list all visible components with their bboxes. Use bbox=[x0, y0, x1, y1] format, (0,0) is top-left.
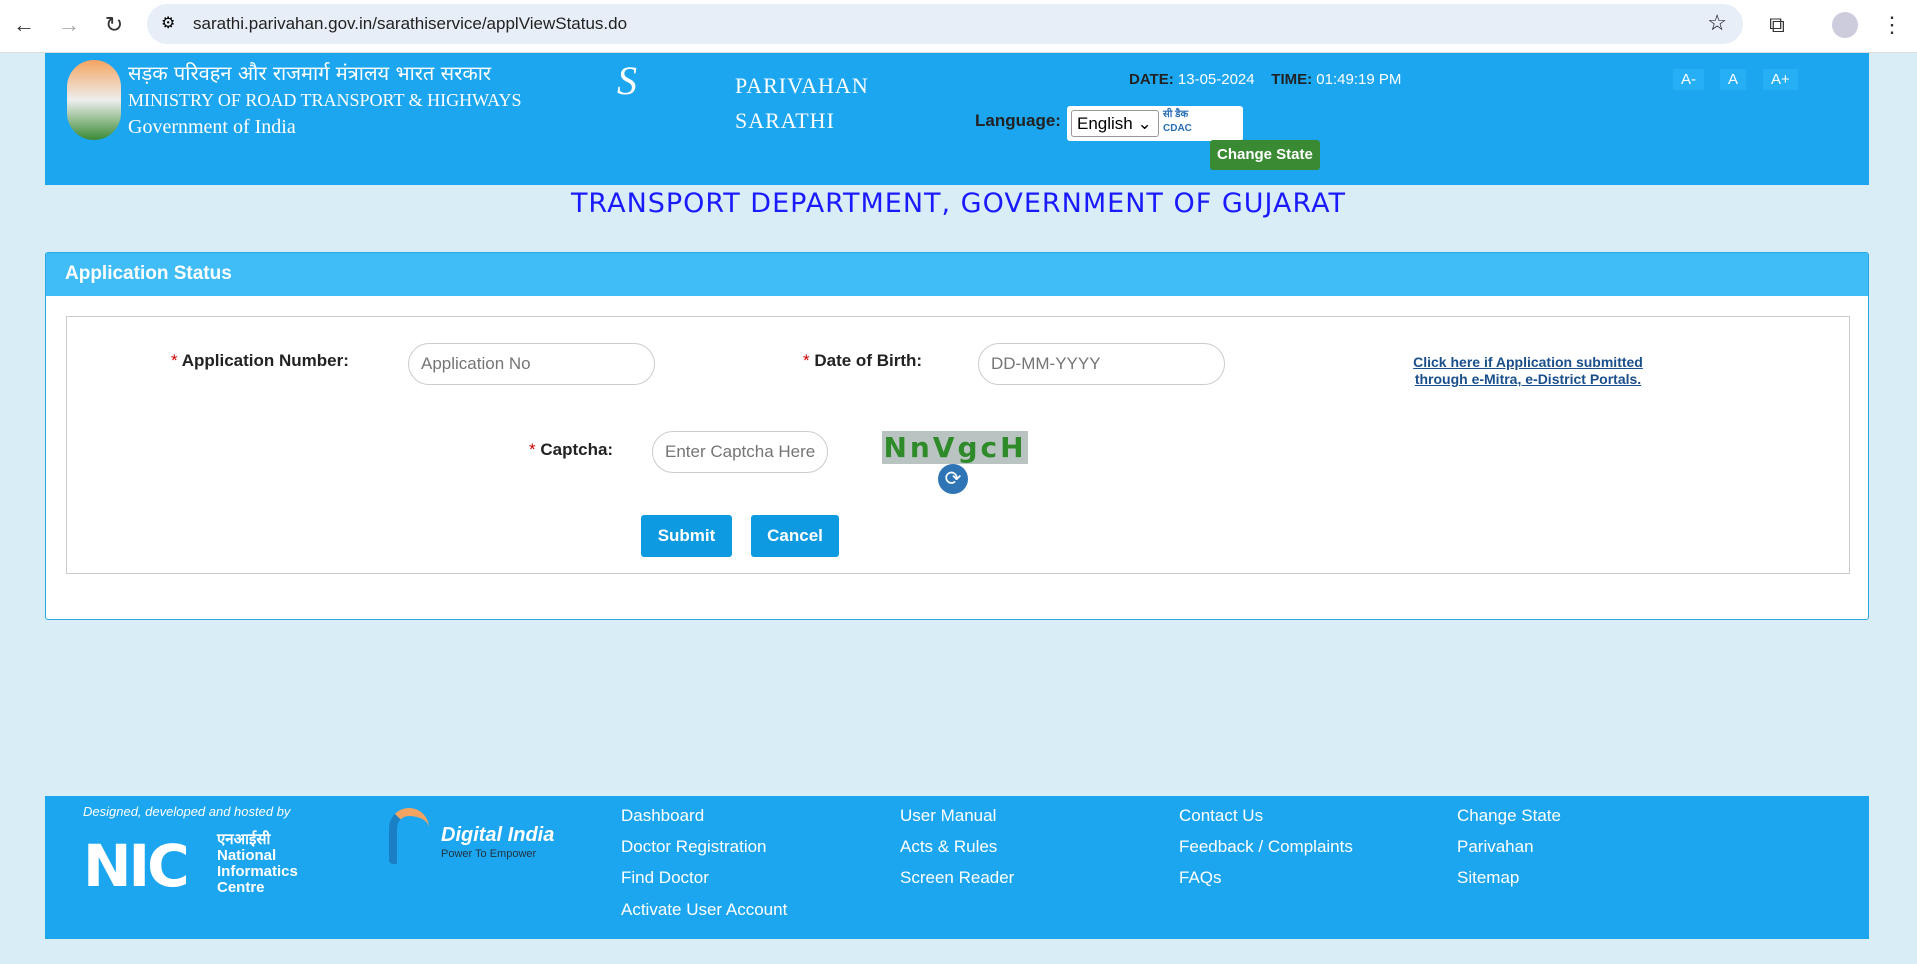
nic-logo: NIC bbox=[83, 832, 190, 900]
bookmark-star-icon[interactable]: ☆ bbox=[1707, 10, 1727, 36]
footer-link[interactable]: Sitemap bbox=[1457, 868, 1519, 888]
captcha-input[interactable] bbox=[652, 431, 828, 473]
digital-india-text: Digital India bbox=[441, 824, 555, 846]
application-status-panel: Application Status * Application Number:… bbox=[45, 252, 1869, 620]
ministry-name: MINISTRY OF ROAD TRANSPORT & HIGHWAYS bbox=[128, 90, 522, 110]
footer-link[interactable]: Activate User Account bbox=[621, 900, 787, 920]
reload-icon[interactable]: ↻ bbox=[100, 12, 128, 38]
language-label: Language: bbox=[975, 111, 1061, 130]
extensions-icon[interactable]: ⧉ bbox=[1763, 12, 1791, 38]
forward-icon[interactable]: → bbox=[55, 12, 83, 38]
brand-sarathi: SARATHI bbox=[735, 108, 835, 133]
refresh-captcha-icon[interactable]: ⟳ bbox=[938, 464, 968, 494]
footer-link[interactable]: Screen Reader bbox=[900, 868, 1014, 888]
font-increase-button[interactable]: A+ bbox=[1763, 69, 1798, 90]
footer-link[interactable]: Find Doctor bbox=[621, 868, 709, 888]
menu-icon[interactable]: ⋮ bbox=[1878, 12, 1906, 38]
emitra-link[interactable]: Click here if Application submitted throu… bbox=[1405, 354, 1651, 388]
footer-link[interactable]: FAQs bbox=[1179, 868, 1222, 888]
url-text: sarathi.parivahan.gov.in/sarathiservice/… bbox=[193, 14, 628, 33]
emblem-logo bbox=[67, 60, 121, 140]
footer-link[interactable]: Parivahan bbox=[1457, 837, 1534, 857]
brand-parivahan: PARIVAHAN bbox=[735, 73, 869, 98]
footer-link[interactable]: Change State bbox=[1457, 806, 1561, 826]
footer-link[interactable]: Doctor Registration bbox=[621, 837, 767, 857]
footer-link[interactable]: User Manual bbox=[900, 806, 996, 826]
gov-name: Government of India bbox=[128, 116, 296, 138]
form-box: * Application Number: * Date of Birth: C… bbox=[66, 316, 1850, 574]
language-box: English ⌄ सी डैक CDAC bbox=[1067, 106, 1243, 141]
address-bar[interactable]: ⚙ sarathi.parivahan.gov.in/sarathiservic… bbox=[147, 4, 1743, 44]
captcha-image: NnVgcH bbox=[882, 431, 1028, 464]
browser-toolbar: ← → ↻ ⚙ sarathi.parivahan.gov.in/sarathi… bbox=[0, 0, 1917, 53]
date-time: DATE: 13-05-2024 TIME: 01:49:19 PM bbox=[1129, 71, 1402, 88]
dob-label: * Date of Birth: bbox=[803, 351, 923, 370]
font-decrease-button[interactable]: A- bbox=[1673, 69, 1704, 90]
app-number-label: * Application Number: bbox=[171, 351, 349, 370]
ministry-hindi: सड़क परिवहन और राजमार्ग मंत्रालय भारत सर… bbox=[128, 61, 492, 85]
captcha-label: * Captcha: bbox=[529, 440, 614, 459]
nic-text: एनआईसी National Informatics Centre bbox=[217, 831, 298, 896]
site-info-icon[interactable]: ⚙ bbox=[161, 13, 175, 33]
page-title: TRANSPORT DEPARTMENT, GOVERNMENT OF GUJA… bbox=[570, 188, 1347, 219]
back-icon[interactable]: ← bbox=[10, 12, 38, 38]
digital-india-tagline: Power To Empower bbox=[441, 848, 537, 860]
site-header: सड़क परिवहन और राजमार्ग मंत्रालय भारत सर… bbox=[45, 53, 1869, 185]
avatar[interactable] bbox=[1832, 12, 1858, 38]
font-normal-button[interactable]: A bbox=[1720, 69, 1747, 90]
digital-india-logo bbox=[389, 808, 429, 864]
footer-link[interactable]: Acts & Rules bbox=[900, 837, 997, 857]
footer-link[interactable]: Contact Us bbox=[1179, 806, 1263, 826]
cdac-logo: सी डैक CDAC bbox=[1163, 109, 1192, 134]
submit-button[interactable]: Submit bbox=[641, 515, 732, 557]
footer: Designed, developed and hosted by NIC एन… bbox=[45, 796, 1869, 939]
change-state-button[interactable]: Change State bbox=[1210, 140, 1320, 170]
sarathi-logo: S bbox=[617, 58, 637, 103]
cancel-button[interactable]: Cancel bbox=[751, 515, 839, 557]
panel-title: Application Status bbox=[46, 253, 1868, 296]
footer-link[interactable]: Dashboard bbox=[621, 806, 704, 826]
dob-input[interactable] bbox=[978, 343, 1225, 385]
designed-by-text: Designed, developed and hosted by bbox=[83, 804, 291, 819]
footer-link[interactable]: Feedback / Complaints bbox=[1179, 837, 1353, 857]
application-number-input[interactable] bbox=[408, 343, 655, 385]
language-select[interactable]: English ⌄ bbox=[1071, 110, 1159, 137]
